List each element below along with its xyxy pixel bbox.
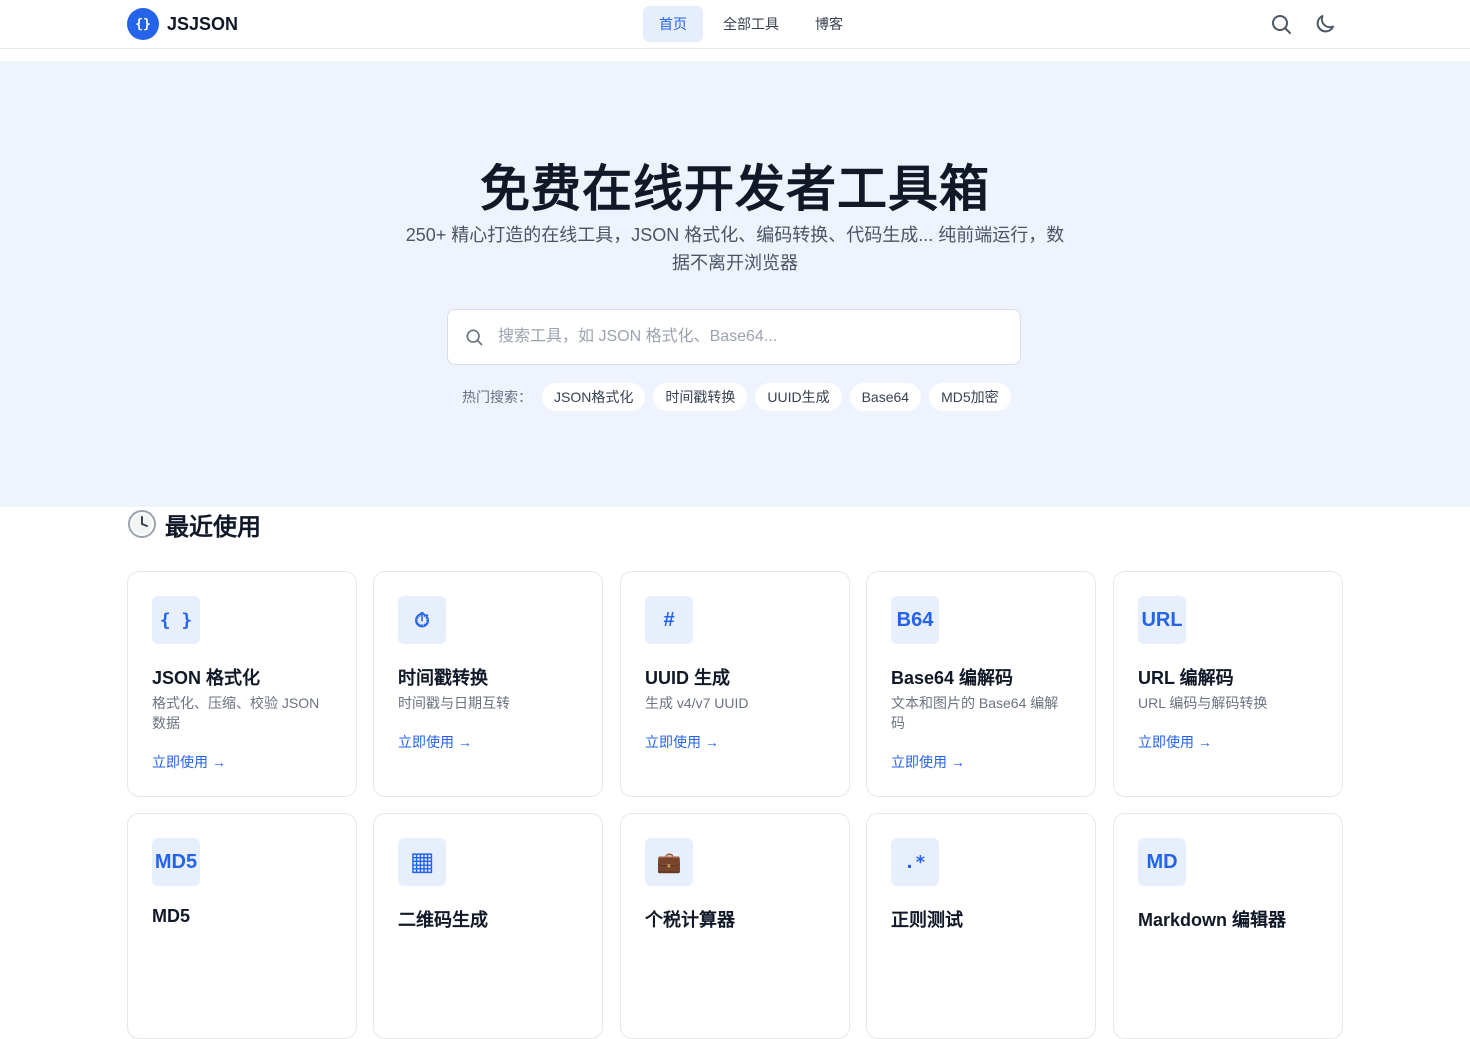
use-now-link[interactable]: 立即使用 →: [398, 732, 472, 752]
card-title: Base64 编解码: [891, 668, 1014, 688]
hot-searches: 热门搜索： JSON格式化 时间戳转换 UUID生成 Base64 MD5加密: [462, 383, 1019, 411]
search-input[interactable]: [496, 327, 1000, 347]
md-icon: MD: [1138, 838, 1186, 886]
md5-icon: MD5: [152, 838, 200, 886]
hero-subtitle: 250+ 精心打造的在线工具，JSON 格式化、编码转换、代码生成... 纯前端…: [405, 225, 1065, 273]
tool-card-uuid[interactable]: # UUID 生成 生成 v4/v7 UUID 立即使用 →: [620, 571, 850, 797]
regex-icon: .*: [891, 838, 939, 886]
top-header: {} JSJSON 首页 全部工具 博客: [0, 0, 1470, 49]
card-desc: 生成 v4/v7 UUID: [645, 695, 749, 711]
use-now-link[interactable]: 立即使用 →: [645, 732, 719, 752]
b64-icon: B64: [891, 596, 939, 644]
nav-blog[interactable]: 博客: [799, 6, 859, 42]
tool-card-url[interactable]: URL URL 编解码 URL 编码与解码转换 立即使用 →: [1113, 571, 1343, 797]
hot-tag-uuid[interactable]: UUID生成: [755, 383, 842, 411]
url-icon: URL: [1138, 596, 1186, 644]
tool-card-markdown[interactable]: MD Markdown 编辑器: [1113, 813, 1343, 1039]
card-desc: 时间戳与日期互转: [398, 695, 510, 711]
card-desc: 文本和图片的 Base64 编解码: [891, 695, 1059, 731]
qrcode-grid-icon: ▦: [398, 838, 446, 886]
main-nav: 首页 全部工具 博客: [643, 6, 863, 42]
hero-section: 免费在线开发者工具箱 250+ 精心打造的在线工具，JSON 格式化、编码转换、…: [0, 61, 1470, 507]
hero-title: 免费在线开发者工具箱: [480, 161, 990, 217]
card-desc: URL 编码与解码转换: [1138, 695, 1268, 711]
stopwatch-icon: ⏱: [398, 596, 446, 644]
brand[interactable]: {} JSJSON: [127, 8, 238, 40]
card-title: JSON 格式化: [152, 668, 261, 688]
card-title: Markdown 编辑器: [1138, 910, 1287, 930]
hot-tag-base64[interactable]: Base64: [849, 383, 922, 411]
card-title: 正则测试: [891, 910, 963, 930]
tool-card-regex[interactable]: .* 正则测试: [866, 813, 1096, 1039]
use-now-link[interactable]: 立即使用 →: [152, 752, 226, 772]
recent-title: 最近使用: [165, 513, 261, 541]
tool-search-box[interactable]: [447, 309, 1021, 365]
search-icon: [466, 329, 483, 346]
briefcase-icon: 💼: [645, 838, 693, 886]
clock-icon: [128, 510, 156, 538]
card-title: MD5: [152, 906, 191, 926]
card-title: UUID 生成: [645, 668, 730, 688]
nav-home[interactable]: 首页: [643, 6, 703, 42]
braces-icon: { }: [152, 596, 200, 644]
search-icon[interactable]: [1269, 12, 1293, 36]
recent-section-title: 最近使用: [127, 508, 261, 541]
tool-card-md5[interactable]: MD5 MD5: [127, 813, 357, 1039]
card-title: 时间戳转换: [398, 668, 488, 688]
tool-card-timestamp[interactable]: ⏱ 时间戳转换 时间戳与日期互转 立即使用 →: [373, 571, 603, 797]
brand-logo-icon: {}: [127, 8, 159, 40]
hot-tag-md5[interactable]: MD5加密: [929, 383, 1011, 411]
tool-card-base64[interactable]: B64 Base64 编解码 文本和图片的 Base64 编解码 立即使用 →: [866, 571, 1096, 797]
hot-tag-timestamp[interactable]: 时间戳转换: [653, 383, 748, 411]
hash-icon: #: [645, 596, 693, 644]
tool-card-tax[interactable]: 💼 个税计算器: [620, 813, 850, 1039]
card-title: 个税计算器: [645, 910, 735, 930]
use-now-link[interactable]: 立即使用 →: [891, 752, 965, 772]
card-title: URL 编解码: [1138, 668, 1234, 688]
use-now-link[interactable]: 立即使用 →: [1138, 732, 1212, 752]
hot-search-label: 热门搜索：: [462, 389, 532, 405]
tool-card-json-format[interactable]: { } JSON 格式化 格式化、压缩、校验 JSON 数据 立即使用 →: [127, 571, 357, 797]
brand-name: JSJSON: [167, 13, 239, 34]
tool-card-qrcode[interactable]: ▦ 二维码生成: [373, 813, 603, 1039]
card-title: 二维码生成: [398, 910, 488, 930]
moon-icon[interactable]: [1313, 12, 1337, 36]
card-desc: 格式化、压缩、校验 JSON 数据: [152, 695, 320, 731]
hot-tag-json[interactable]: JSON格式化: [542, 383, 646, 411]
nav-all-tools[interactable]: 全部工具: [707, 6, 795, 42]
